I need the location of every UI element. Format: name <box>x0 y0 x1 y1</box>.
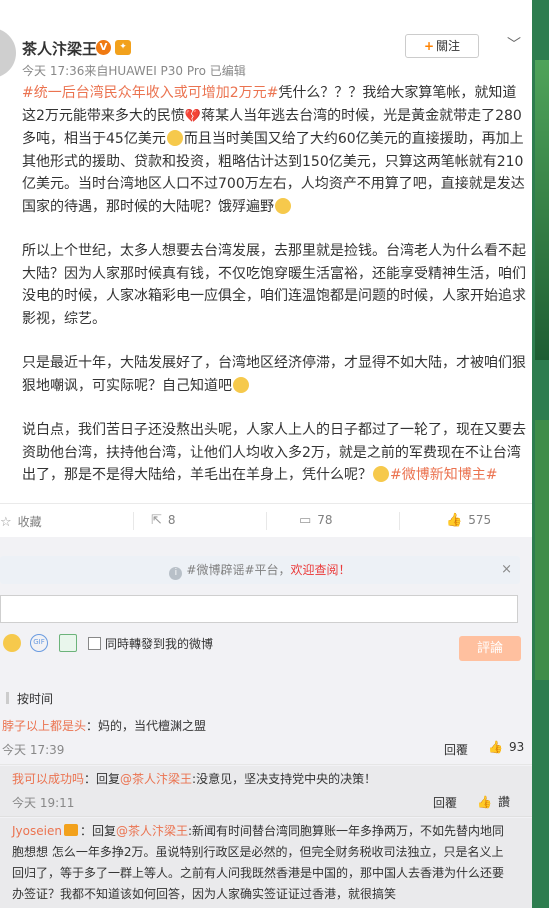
user-level-icon <box>63 824 78 836</box>
reply-button[interactable]: 回覆 <box>444 741 468 758</box>
comment-icon: ▭ <box>299 513 312 528</box>
sync-repost-label: 同時轉發到我的微博 <box>105 637 214 651</box>
sub-comment-time: 今天 19:11 <box>12 796 75 810</box>
sub-comment-like-button[interactable]: 👍 讚 <box>477 793 510 810</box>
smile-emoji-icon <box>233 376 249 393</box>
smile-emoji-icon <box>166 130 183 146</box>
favorite-button[interactable]: ☆ 收藏 <box>0 513 42 530</box>
comment-body: ：妈的，当代檀渊之盟 <box>86 719 207 733</box>
broken-heart-icon: 💔 <box>184 108 202 124</box>
image-icon[interactable] <box>59 634 77 652</box>
smile-emoji-icon <box>373 466 389 482</box>
sub-comment-body: :没意见，坚决支持党中央的决策！ <box>192 772 377 786</box>
sort-label: 按时间 <box>17 692 54 706</box>
notice-text: #微博辟谣#平台， <box>186 563 291 577</box>
sort-selector[interactable]: 按时间 <box>0 690 532 710</box>
topic-tag[interactable]: #统一后台湾民众年收入或可增加2万元# <box>22 85 278 101</box>
comment-button[interactable]: ▭ 78 <box>299 513 333 528</box>
weibo-card: 茶人汴梁王 V ✦ 今天 17:36来自HUAWEI P30 Pro 已编辑 +… <box>0 0 532 908</box>
favorite-label: 收藏 <box>17 515 42 529</box>
comment-count: 78 <box>317 513 333 527</box>
sync-repost-checkbox[interactable] <box>88 637 101 650</box>
comment-toolbar: GIF 同時轉發到我的微博 <box>0 632 532 660</box>
divider <box>399 512 400 530</box>
post-paragraph: 所以上个世纪，太多人想要去台湾发展，去那里就是捡钱。台湾老人为什么看不起大陆？因… <box>22 243 526 327</box>
post-text: 只是最近十年，大陆发展好了，台湾地区经济停滞，才显得不如大陆，才被咱们狠狠地嘲讽… <box>22 355 526 394</box>
reply-button[interactable]: 回覆 <box>433 794 457 811</box>
mention-link[interactable]: @茶人汴梁王 <box>116 824 188 838</box>
author-name[interactable]: 茶人汴梁王 <box>22 38 97 59</box>
submit-comment-button[interactable]: 評論 <box>459 636 521 661</box>
star-icon: ☆ <box>0 515 12 530</box>
like-count: 575 <box>468 513 492 527</box>
scrollbar[interactable] <box>540 0 549 908</box>
emoji-icon[interactable] <box>3 634 21 652</box>
chevron-down-icon[interactable]: ﹀ <box>507 34 521 54</box>
sub-comment-item: Jyoseien ：回复@茶人汴梁王:新闻有时间替台湾同胞算账一年多挣两万，不如先… <box>0 818 532 908</box>
gif-icon[interactable]: GIF <box>30 634 48 652</box>
thumbs-up-icon: 👍 <box>488 740 503 754</box>
repost-icon: ⇱ <box>151 513 162 528</box>
like-button[interactable]: 👍 575 <box>446 513 491 528</box>
post-content: #统一后台湾民众年收入或可增加2万元#凭什么？？？我给大家算笔帐，就知道这2万元… <box>22 82 526 509</box>
sub-comment-text: Jyoseien ：回复@茶人汴梁王:新闻有时间替台湾同胞算账一年多挣两万，不如先… <box>12 821 507 905</box>
verified-icon: V <box>96 40 111 55</box>
topic-tag[interactable]: #微博新知博主# <box>390 467 497 483</box>
divider <box>133 512 134 530</box>
comment-like-count: 93 <box>508 740 525 754</box>
comment-like-button[interactable]: 👍 93 <box>488 740 524 754</box>
comment-time: 今天 17:39 <box>2 743 65 757</box>
repost-count: 8 <box>167 513 176 527</box>
sub-comment-body: ：回复 <box>79 824 116 838</box>
post-meta: 今天 17:36来自HUAWEI P30 Pro 已编辑 <box>22 64 246 78</box>
sub-comment-text: 我可以成功吗：回复@茶人汴梁王:没意见，坚决支持党中央的决策！ <box>12 769 507 790</box>
rumor-notice: i #微博辟谣#平台，欢迎查阅！ × <box>0 556 520 584</box>
post-header: 茶人汴梁王 V ✦ 今天 17:36来自HUAWEI P30 Pro 已编辑 +… <box>0 28 532 84</box>
notice-link[interactable]: 欢迎查阅！ <box>291 563 351 577</box>
thumbs-up-icon: 👍 <box>477 795 492 809</box>
sub-comment-user[interactable]: Jyoseien <box>12 824 62 838</box>
plus-icon: + <box>423 39 435 53</box>
post-paragraph: 说白点，我们苦日子还没熬出头呢，人家人上人的日子都过了一轮了，现在又要去资助他台… <box>22 419 526 487</box>
follow-button[interactable]: + 關注 <box>405 34 479 58</box>
divider <box>266 512 267 530</box>
sub-comment-item: 我可以成功吗：回复@茶人汴梁王:没意见，坚决支持党中央的决策！ 今天 19:11… <box>0 766 532 817</box>
user-level-icon: ✦ <box>115 40 131 55</box>
comment-text: 脖子以上都是头：妈的，当代檀渊之盟 <box>2 717 206 734</box>
close-icon[interactable]: × <box>501 556 512 584</box>
like-label: 讚 <box>497 795 510 809</box>
sub-comment-user[interactable]: 我可以成功吗 <box>12 772 84 786</box>
mention-link[interactable]: @茶人汴梁王 <box>120 772 192 786</box>
sub-comment-body: ：回复 <box>84 772 121 786</box>
thumbs-up-icon: 👍 <box>446 513 463 528</box>
post-paragraph: #统一后台湾民众年收入或可增加2万元#凭什么？？？我给大家算笔帐，就知道这2万元… <box>22 82 526 218</box>
comment-user[interactable]: 脖子以上都是头 <box>2 719 86 733</box>
comment-input[interactable] <box>0 595 518 623</box>
repost-button[interactable]: ⇱ 8 <box>151 513 176 528</box>
comment-item: 脖子以上都是头：妈的，当代檀渊之盟 今天 17:39 回覆 👍 93 <box>0 714 532 765</box>
post-paragraph: 只是最近十年，大陆发展好了，台湾地区经济停滞，才显得不如大陆，才被咱们狠狠地嘲讽… <box>22 352 526 397</box>
info-icon: i <box>169 567 183 580</box>
avatar[interactable] <box>0 28 16 78</box>
action-bar: ☆ 收藏 ⇱ 8 ▭ 78 👍 575 <box>0 503 532 538</box>
follow-label: 關注 <box>436 39 461 53</box>
sort-bar-icon <box>6 692 9 704</box>
smile-emoji-icon <box>275 197 291 214</box>
